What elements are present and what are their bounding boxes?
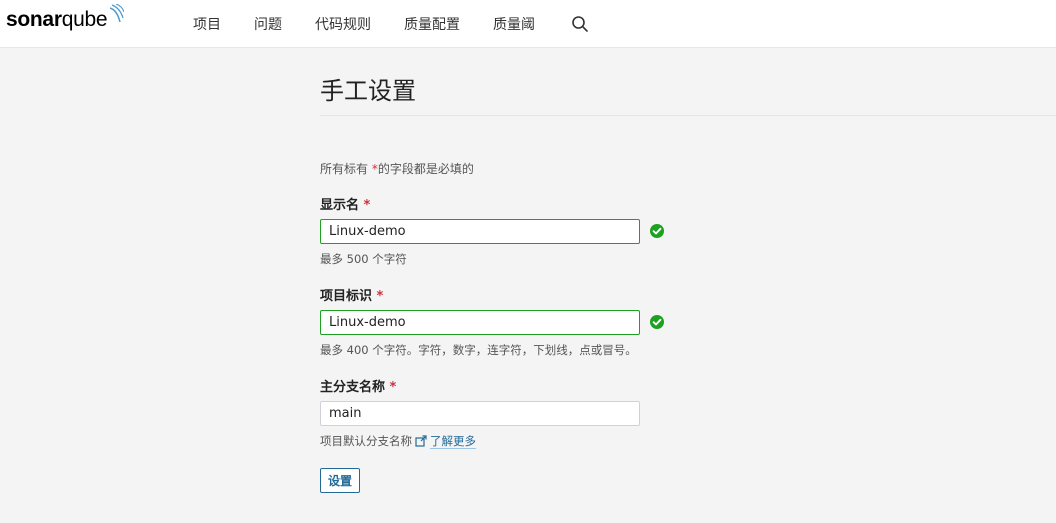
check-circle-icon (650, 315, 664, 329)
main-nav: 项目 问题 代码规则 质量配置 质量阈 (193, 0, 589, 48)
main-branch-label: 主分支名称 * (320, 376, 1056, 395)
logo-text-light: qube (61, 8, 108, 31)
project-key-label: 项目标识 * (320, 285, 1056, 304)
external-link-icon[interactable] (415, 435, 427, 447)
main-content: 手工设置 所有标有 *的字段都是必填的 显示名 * 最多 500 个字符 项目标… (320, 48, 1056, 493)
display-name-help: 最多 500 个字符 (320, 252, 407, 266)
main-branch-help: 项目默认分支名称 了解更多 (320, 433, 1056, 449)
check-circle-icon (650, 224, 664, 238)
required-star: * (376, 289, 384, 304)
title-divider (320, 115, 1056, 116)
nav-quality-profiles[interactable]: 质量配置 (404, 14, 460, 34)
project-key-help: 最多 400 个字符。字符，数字，连字符，下划线，点或冒号。 (320, 343, 637, 357)
nav-quality-gates[interactable]: 质量阈 (493, 14, 535, 34)
project-key-label-text: 项目标识 (320, 289, 373, 304)
page-title: 手工设置 (320, 77, 416, 105)
main-branch-help-text: 项目默认分支名称 (320, 434, 412, 448)
display-name-input[interactable] (320, 218, 640, 244)
main-branch-input[interactable] (320, 400, 640, 426)
required-note-prefix: 所有标有 (320, 162, 369, 176)
required-star: * (389, 380, 397, 395)
required-note-suffix: 的字段都是必填的 (377, 162, 474, 176)
required-star: * (363, 198, 371, 213)
nav-projects[interactable]: 项目 (193, 14, 221, 34)
project-key-input[interactable] (320, 309, 640, 335)
search-icon[interactable] (571, 15, 589, 33)
logo-text-strong: sonar (6, 8, 62, 31)
project-key-row (320, 309, 1056, 335)
logo-waves-icon (109, 4, 125, 23)
display-name-label: 显示名 * (320, 194, 1056, 213)
required-fields-note: 所有标有 *的字段都是必填的 (320, 160, 1056, 176)
sonarqube-logo[interactable]: sonar qube (6, 4, 125, 32)
nav-rules[interactable]: 代码规则 (315, 14, 371, 34)
main-branch-row (320, 400, 1056, 426)
top-navbar: sonar qube 项目 问题 代码规则 质量配置 质量阈 (0, 0, 1056, 48)
learn-more-link[interactable]: 了解更多 (430, 434, 476, 449)
display-name-row (320, 218, 1056, 244)
setup-button[interactable]: 设置 (320, 468, 361, 493)
display-name-label-text: 显示名 (320, 198, 360, 213)
nav-issues[interactable]: 问题 (254, 14, 282, 34)
main-branch-label-text: 主分支名称 (320, 380, 386, 395)
